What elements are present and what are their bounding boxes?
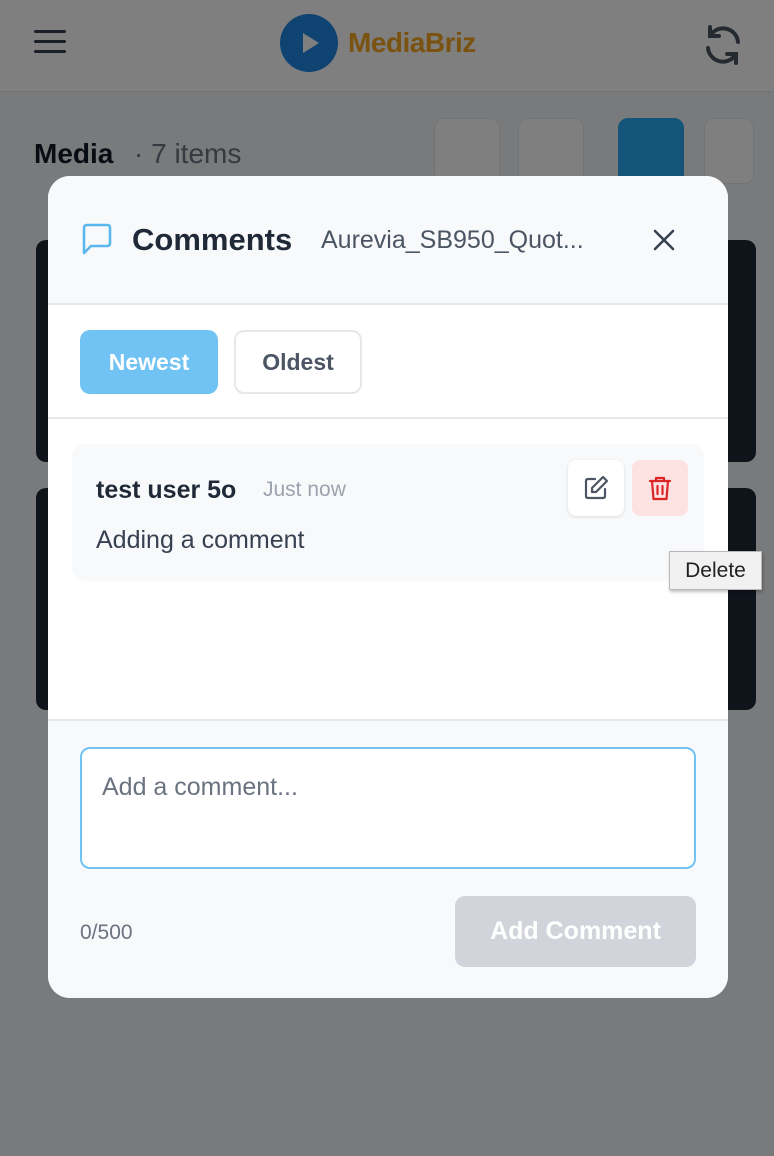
modal-header: Comments Aurevia_SB950_Quot...: [48, 176, 728, 305]
comment-composer: 0/500 Add Comment: [48, 719, 728, 998]
comment-author: test user 5o: [96, 476, 237, 504]
trash-icon: [648, 476, 672, 501]
sort-newest-button[interactable]: Newest: [80, 330, 218, 394]
modal-title: Comments: [132, 222, 293, 257]
close-icon: [653, 229, 675, 251]
delete-tooltip: Delete: [669, 551, 762, 590]
comment-text: Adding a comment: [96, 526, 305, 554]
sort-oldest-button[interactable]: Oldest: [234, 330, 362, 394]
comment-item: test user 5o Just now Adding a comment: [72, 444, 704, 581]
file-name: Aurevia_SB950_Quot...: [321, 226, 584, 254]
char-count: 0/500: [80, 921, 133, 944]
comments-modal: Comments Aurevia_SB950_Quot... Newest Ol…: [48, 176, 728, 998]
comment-input[interactable]: [80, 747, 696, 869]
comments-list: test user 5o Just now Adding a comment: [48, 419, 728, 719]
edit-pencil-icon: [584, 475, 609, 500]
edit-comment-button[interactable]: [568, 460, 624, 516]
comment-time: Just now: [263, 478, 346, 501]
close-button[interactable]: [644, 220, 684, 260]
sort-bar: Newest Oldest: [48, 305, 728, 419]
chat-bubble-icon: [80, 222, 114, 256]
delete-comment-button[interactable]: [632, 460, 688, 516]
add-comment-button[interactable]: Add Comment: [455, 896, 696, 967]
